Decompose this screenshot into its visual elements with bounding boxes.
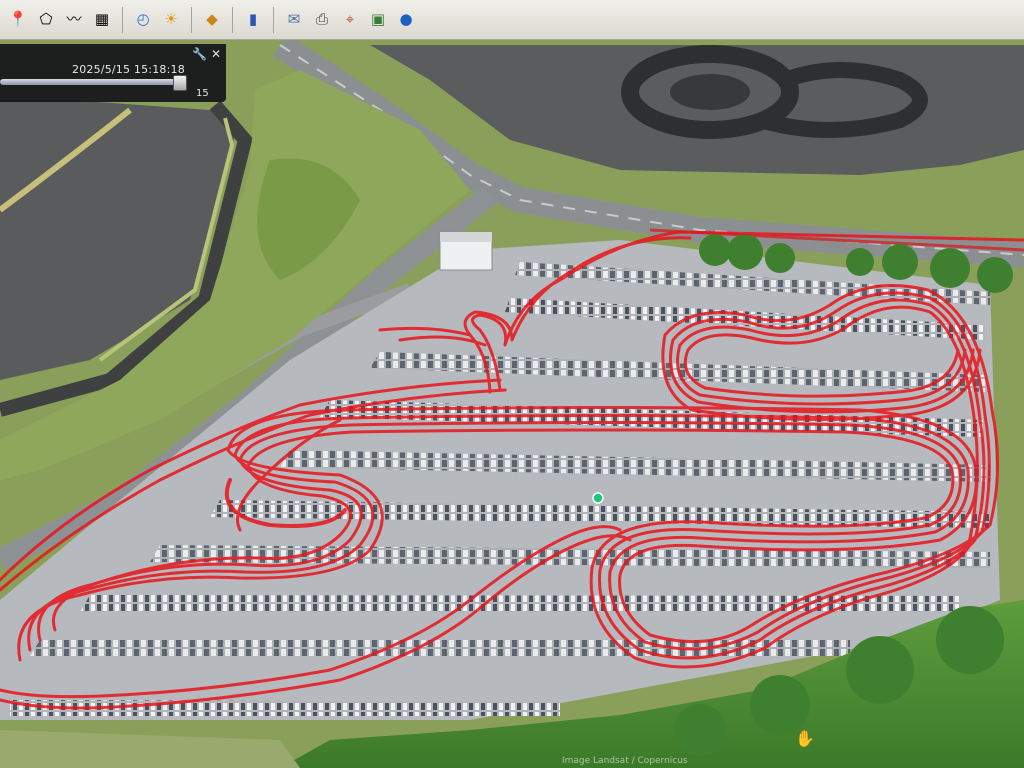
time-slider-panel: 🔧 ✕ 2025/5/15 15:18:18 15 — [0, 44, 226, 102]
sunlight-icon[interactable]: ☀ — [159, 8, 183, 32]
placemark-icon[interactable]: 📍 — [6, 8, 30, 32]
satellite-map-view[interactable] — [0, 40, 1024, 768]
building-roof — [440, 232, 492, 242]
close-icon[interactable]: ✕ — [211, 47, 221, 61]
skidpad-inner — [670, 74, 750, 110]
toolbar: 📍 ⬠ 〰 ▦ ◴ ☀ ◆ ▮ ✉ ⎙ ⌖ ▣ ● — [0, 0, 1024, 40]
print-icon[interactable]: ⎙ — [310, 8, 334, 32]
toolbar-divider — [191, 6, 192, 33]
overlay-icon[interactable]: ▦ — [90, 8, 114, 32]
wrench-icon[interactable]: 🔧 — [192, 47, 207, 61]
toolbar-divider — [232, 6, 233, 33]
save-image-icon[interactable]: ▣ — [366, 8, 390, 32]
email-icon[interactable]: ✉ — [282, 8, 306, 32]
toolbar-divider — [273, 6, 274, 33]
time-slider-count: 15 — [196, 88, 209, 99]
time-slider-thumb[interactable] — [173, 75, 187, 91]
hand-cursor-icon: ✋ — [795, 729, 815, 748]
imagery-attribution: Image Landsat / Copernicus — [562, 756, 688, 766]
time-slider-datetime: 2025/5/15 15:18:18 — [72, 63, 185, 76]
historical-imagery-icon[interactable]: ◴ — [131, 8, 155, 32]
location-marker[interactable] — [592, 492, 604, 504]
google-maps-icon[interactable]: ⌖ — [338, 8, 362, 32]
ruler-icon[interactable]: ▮ — [241, 8, 265, 32]
toolbar-divider — [122, 6, 123, 33]
polygon-icon[interactable]: ⬠ — [34, 8, 58, 32]
path-icon[interactable]: 〰 — [62, 8, 86, 32]
planets-icon[interactable]: ◆ — [200, 8, 224, 32]
earth-icon[interactable]: ● — [394, 8, 418, 32]
time-slider-track[interactable] — [0, 79, 186, 85]
